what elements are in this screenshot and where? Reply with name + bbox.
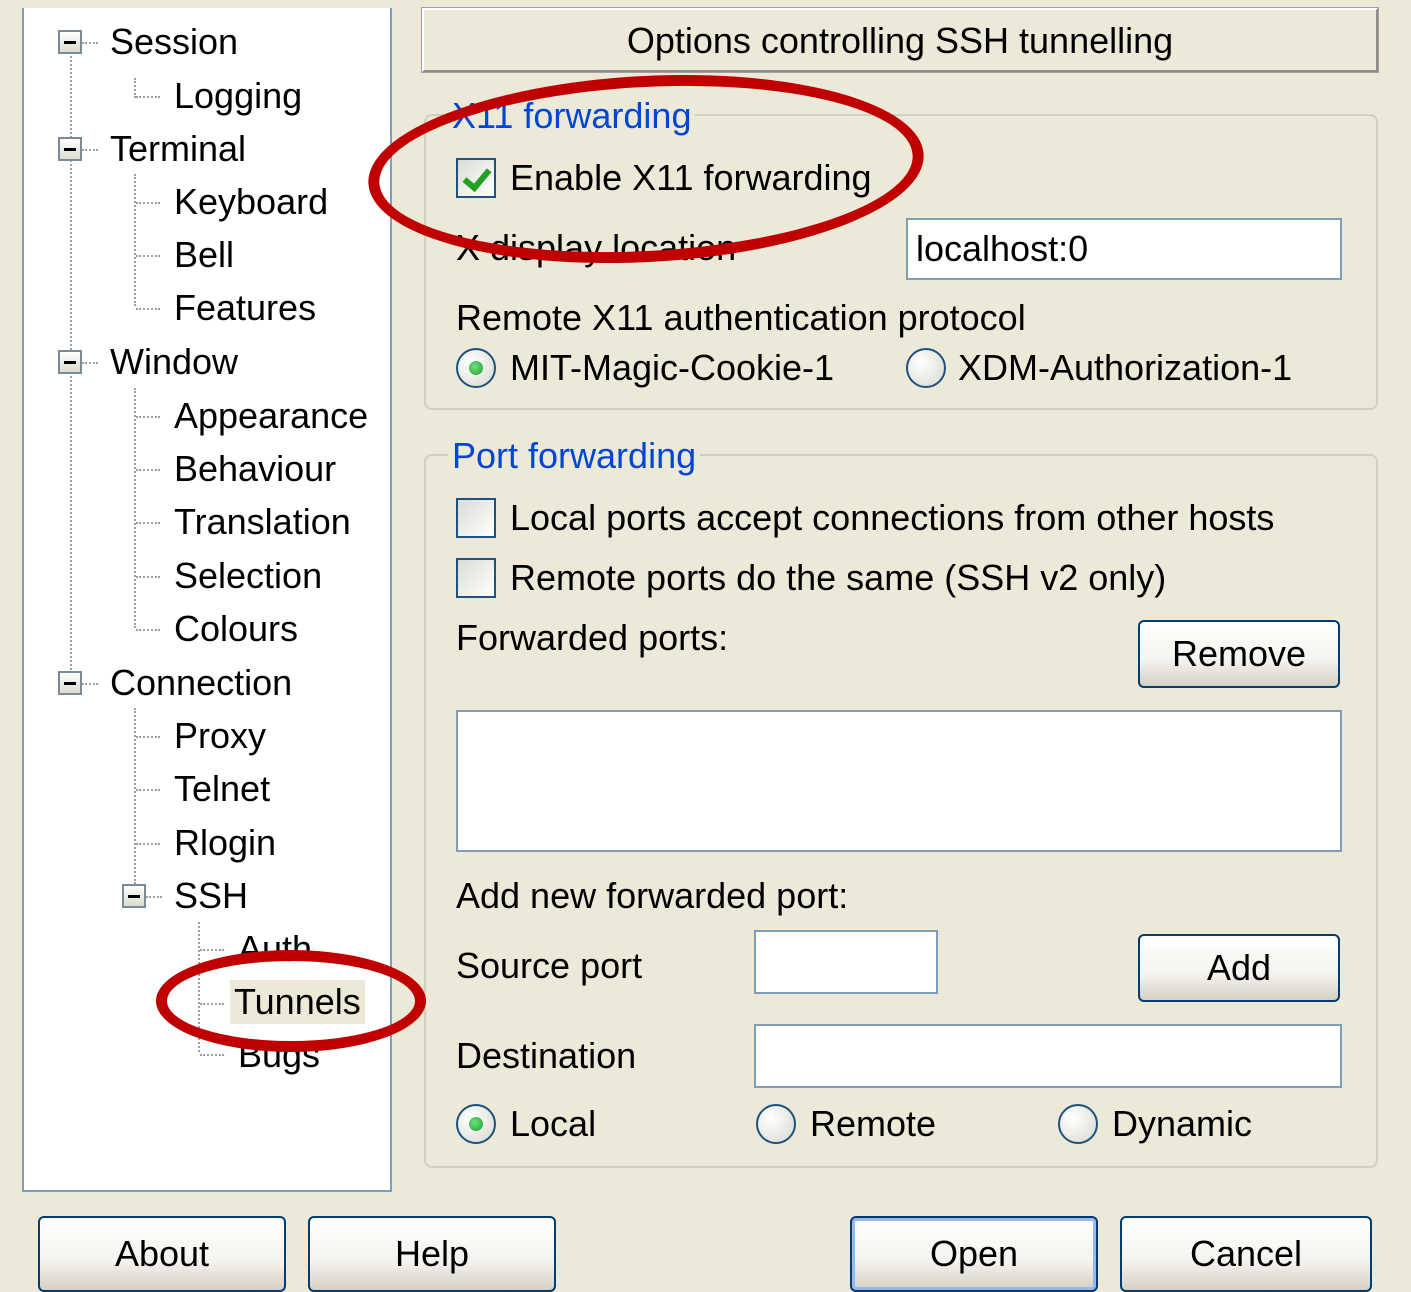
local-ports-accept-checkbox[interactable] bbox=[456, 498, 496, 538]
tree-connector bbox=[136, 576, 160, 578]
x11-forwarding-title: X11 forwarding bbox=[448, 96, 696, 136]
tree-connector bbox=[136, 789, 160, 791]
add-new-port-label: Add new forwarded port: bbox=[456, 875, 849, 916]
tree-item-logging[interactable]: Logging bbox=[170, 74, 306, 118]
tree-connector bbox=[200, 949, 224, 951]
panel-header: Options controlling SSH tunnelling bbox=[421, 7, 1379, 73]
auth-mit-radio[interactable] bbox=[456, 348, 496, 388]
collapse-icon[interactable] bbox=[58, 137, 82, 161]
tree-connector bbox=[82, 362, 98, 364]
collapse-icon[interactable] bbox=[58, 350, 82, 374]
remote-ports-same-label[interactable]: Remote ports do the same (SSH v2 only) bbox=[510, 558, 1166, 598]
tree-connector bbox=[82, 149, 98, 151]
tree-item-appearance[interactable]: Appearance bbox=[170, 394, 372, 438]
tree-connector bbox=[146, 896, 162, 898]
tree-item-features[interactable]: Features bbox=[170, 286, 320, 330]
about-button[interactable]: About bbox=[38, 1216, 286, 1292]
source-port-input[interactable] bbox=[754, 930, 938, 994]
remote-ports-same-checkbox[interactable] bbox=[456, 558, 496, 598]
tree-item-telnet[interactable]: Telnet bbox=[170, 767, 274, 811]
x11-auth-protocol-label: Remote X11 authentication protocol bbox=[456, 297, 1026, 338]
tree-connector bbox=[134, 388, 136, 628]
dynamic-radio[interactable] bbox=[1058, 1104, 1098, 1144]
port-forwarding-title: Port forwarding bbox=[448, 436, 701, 476]
add-button[interactable]: Add bbox=[1138, 934, 1340, 1002]
tree-connector bbox=[198, 922, 200, 1052]
source-port-label: Source port bbox=[456, 945, 643, 986]
enable-x11-label[interactable]: Enable X11 forwarding bbox=[510, 158, 872, 198]
local-radio[interactable] bbox=[456, 1104, 496, 1144]
tree-connector bbox=[82, 42, 98, 44]
tree-item-selection[interactable]: Selection bbox=[170, 554, 326, 598]
category-tree[interactable]: Session Logging Terminal Keyboard Bell F… bbox=[22, 8, 392, 1192]
auth-mit-label[interactable]: MIT-Magic-Cookie-1 bbox=[510, 348, 834, 388]
tree-connector bbox=[136, 202, 160, 204]
collapse-icon[interactable] bbox=[122, 884, 146, 908]
tree-item-window[interactable]: Window bbox=[106, 340, 242, 384]
collapse-icon[interactable] bbox=[58, 30, 82, 54]
tree-item-ssh[interactable]: SSH bbox=[170, 874, 252, 918]
tree-connector bbox=[136, 469, 160, 471]
tree-item-tunnels[interactable]: Tunnels bbox=[230, 980, 365, 1024]
cancel-button[interactable]: Cancel bbox=[1120, 1216, 1372, 1292]
radio-selected-icon bbox=[469, 1117, 483, 1131]
tree-item-behaviour[interactable]: Behaviour bbox=[170, 447, 340, 491]
tree-connector bbox=[136, 308, 160, 310]
remote-radio[interactable] bbox=[756, 1104, 796, 1144]
open-button[interactable]: Open bbox=[850, 1216, 1098, 1292]
auth-xdm-radio[interactable] bbox=[906, 348, 946, 388]
tree-connector bbox=[136, 736, 160, 738]
tree-item-bugs[interactable]: Bugs bbox=[234, 1033, 324, 1077]
help-button[interactable]: Help bbox=[308, 1216, 556, 1292]
remove-button[interactable]: Remove bbox=[1138, 620, 1340, 688]
local-radio-label[interactable]: Local bbox=[510, 1104, 596, 1144]
tree-item-colours[interactable]: Colours bbox=[170, 607, 302, 651]
tree-item-rlogin[interactable]: Rlogin bbox=[170, 821, 280, 865]
checkmark-icon bbox=[462, 161, 492, 193]
tree-connector bbox=[136, 416, 160, 418]
collapse-icon[interactable] bbox=[58, 671, 82, 695]
tree-connector bbox=[134, 174, 136, 306]
destination-label: Destination bbox=[456, 1035, 637, 1076]
x-display-location-label: X display location bbox=[456, 227, 737, 268]
tree-connector bbox=[136, 255, 160, 257]
destination-input[interactable] bbox=[754, 1024, 1342, 1088]
dynamic-radio-label[interactable]: Dynamic bbox=[1112, 1104, 1252, 1144]
radio-selected-icon bbox=[469, 361, 483, 375]
tree-connector bbox=[82, 683, 98, 685]
tree-item-translation[interactable]: Translation bbox=[170, 500, 355, 544]
tree-connector bbox=[134, 78, 136, 98]
tree-item-connection[interactable]: Connection bbox=[106, 661, 296, 705]
tree-item-keyboard[interactable]: Keyboard bbox=[170, 180, 332, 224]
tree-connector bbox=[136, 522, 160, 524]
remote-radio-label[interactable]: Remote bbox=[810, 1104, 936, 1144]
tree-item-bell[interactable]: Bell bbox=[170, 233, 238, 277]
forwarded-ports-label: Forwarded ports: bbox=[456, 617, 729, 658]
enable-x11-checkbox[interactable] bbox=[456, 158, 496, 198]
forwarded-ports-list[interactable] bbox=[456, 710, 1342, 852]
tree-connector bbox=[200, 1054, 224, 1056]
x-display-location-input[interactable]: localhost:0 bbox=[906, 218, 1342, 280]
tree-item-proxy[interactable]: Proxy bbox=[170, 714, 270, 758]
tree-connector bbox=[136, 96, 160, 98]
tree-connector bbox=[136, 629, 160, 631]
tree-item-terminal[interactable]: Terminal bbox=[106, 127, 250, 171]
tree-connector bbox=[134, 708, 136, 884]
tree-connector bbox=[136, 843, 160, 845]
tree-item-session[interactable]: Session bbox=[106, 20, 242, 64]
tree-item-auth[interactable]: Auth bbox=[234, 927, 316, 971]
tree-connector bbox=[200, 1003, 224, 1005]
local-ports-accept-label[interactable]: Local ports accept connections from othe… bbox=[510, 498, 1274, 538]
auth-xdm-label[interactable]: XDM-Authorization-1 bbox=[958, 348, 1292, 388]
